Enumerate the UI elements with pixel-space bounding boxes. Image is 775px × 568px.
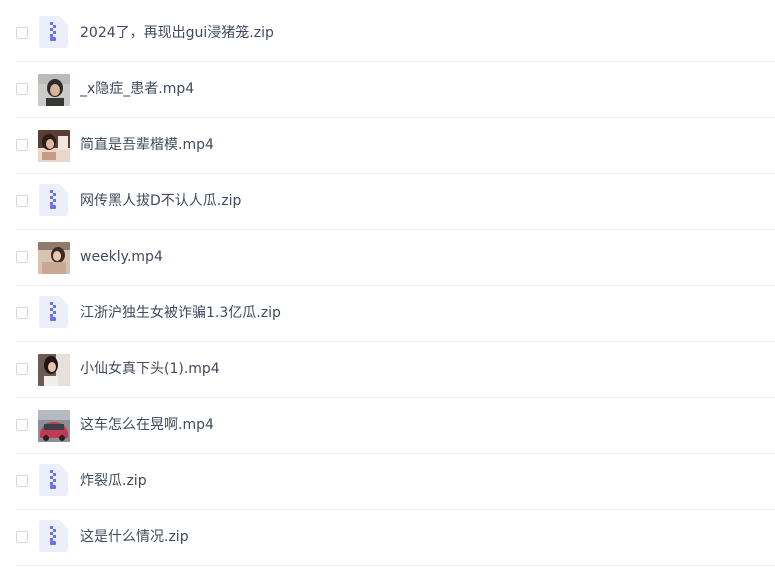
zip-file-icon	[39, 296, 68, 328]
file-row[interactable]: weekly.mp4	[0, 230, 775, 286]
file-row[interactable]: 小仙女真下头(1).mp4	[0, 342, 775, 398]
row-checkbox[interactable]	[16, 307, 28, 319]
row-checkbox[interactable]	[16, 475, 28, 487]
video-thumbnail	[38, 410, 70, 442]
row-checkbox[interactable]	[16, 363, 28, 375]
file-list: 2024了，再现出gui浸猪笼.zip _x隐症_患者.mp4 简直是吾辈楷模.…	[0, 0, 775, 568]
file-row[interactable]: 网传黑人拔D不认人瓜.zip	[0, 174, 775, 230]
file-name[interactable]: 炸裂瓜.zip	[80, 471, 147, 491]
zip-file-icon	[39, 184, 68, 216]
zip-file-icon	[39, 520, 68, 552]
file-row[interactable]: 2024了，再现出gui浸猪笼.zip	[0, 6, 775, 62]
file-name[interactable]: 2024了，再现出gui浸猪笼.zip	[80, 23, 274, 43]
file-name[interactable]: 这车怎么在晃啊.mp4	[80, 415, 214, 435]
file-name[interactable]: weekly.mp4	[80, 247, 163, 267]
file-row[interactable]: 炸裂瓜.zip	[0, 454, 775, 510]
row-checkbox[interactable]	[16, 195, 28, 207]
file-row[interactable]: 简直是吾辈楷模.mp4	[0, 118, 775, 174]
file-name[interactable]: 这是什么情况.zip	[80, 527, 189, 547]
row-checkbox[interactable]	[16, 139, 28, 151]
zip-file-icon	[39, 16, 68, 48]
row-checkbox[interactable]	[16, 27, 28, 39]
file-row[interactable]: 这是什么情况.zip	[0, 510, 775, 566]
video-thumbnail	[38, 242, 70, 274]
row-checkbox[interactable]	[16, 83, 28, 95]
video-thumbnail	[38, 354, 70, 386]
file-row[interactable]: _x隐症_患者.mp4	[0, 62, 775, 118]
row-checkbox[interactable]	[16, 531, 28, 543]
file-name[interactable]: _x隐症_患者.mp4	[80, 79, 194, 99]
file-name[interactable]: 简直是吾辈楷模.mp4	[80, 135, 214, 155]
zip-file-icon	[39, 464, 68, 496]
row-checkbox[interactable]	[16, 251, 28, 263]
file-row[interactable]: 江浙沪独生女被诈骗1.3亿瓜.zip	[0, 286, 775, 342]
file-name[interactable]: 江浙沪独生女被诈骗1.3亿瓜.zip	[80, 303, 281, 323]
row-checkbox[interactable]	[16, 419, 28, 431]
file-name[interactable]: 网传黑人拔D不认人瓜.zip	[80, 191, 241, 211]
video-thumbnail	[38, 130, 70, 162]
file-name[interactable]: 小仙女真下头(1).mp4	[80, 359, 220, 379]
row-divider	[16, 565, 775, 566]
file-row[interactable]: 这车怎么在晃啊.mp4	[0, 398, 775, 454]
video-thumbnail	[38, 74, 70, 106]
